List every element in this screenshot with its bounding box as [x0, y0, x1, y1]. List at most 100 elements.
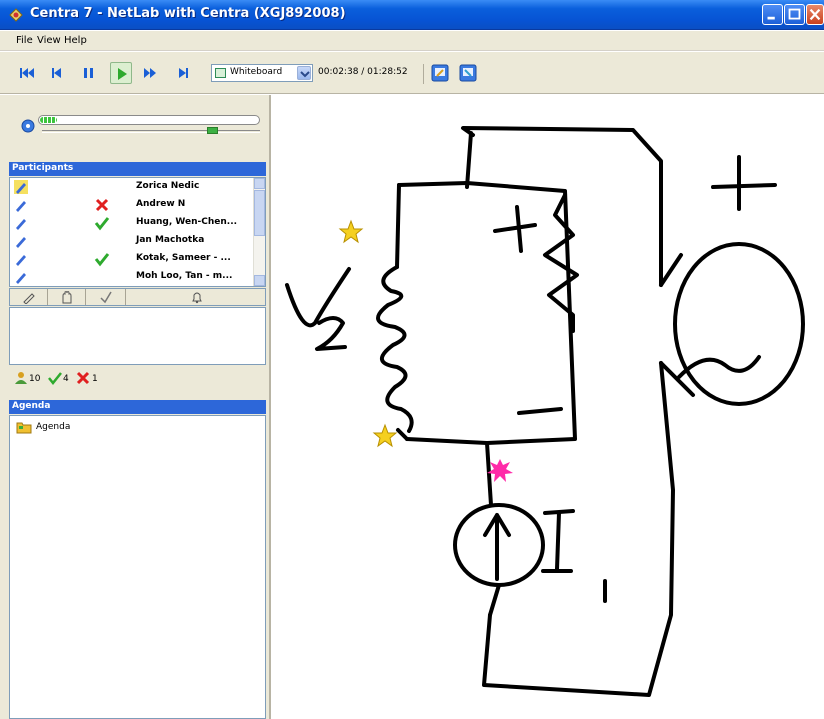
- v2-subscript: [315, 316, 347, 351]
- title-bar: Centra 7 - NetLab with Centra (XGJ892008…: [0, 0, 824, 30]
- participant-name: Andrew N: [136, 199, 186, 209]
- pause-button[interactable]: [78, 62, 100, 84]
- checkmark-icon: [94, 253, 110, 267]
- minus-sign: [517, 407, 563, 415]
- plus-outer: [711, 155, 777, 211]
- play-button[interactable]: [110, 62, 132, 84]
- ac-wire-top: [659, 253, 683, 287]
- participants-header: Participants: [9, 162, 266, 176]
- view-select-label: Whiteboard: [230, 67, 283, 77]
- participant-row[interactable]: Moh Loo, Tan - m...: [10, 268, 256, 286]
- agenda-item-label: Agenda: [36, 422, 71, 432]
- menu-file[interactable]: File: [16, 35, 33, 46]
- participant-name: Huang, Wen-Chen...: [136, 217, 238, 227]
- x-icon: [95, 198, 109, 212]
- plus-inner: [493, 205, 537, 253]
- bell-tool-button[interactable]: [126, 289, 267, 305]
- pen-icon: [16, 201, 26, 212]
- hand-icon: [62, 291, 71, 304]
- inner-left-wire: [395, 183, 401, 269]
- export-icon: [459, 64, 477, 82]
- maximize-icon: [788, 8, 801, 20]
- import-button[interactable]: [429, 62, 451, 84]
- next-icon: [179, 68, 188, 78]
- fast-forward-icon: [144, 68, 156, 78]
- checkmark-icon: [94, 217, 110, 231]
- check-tool-button[interactable]: [86, 289, 126, 305]
- volume-slider-thumb[interactable]: [207, 127, 218, 134]
- participants-list[interactable]: Zorica Nedic Andrew N Huang, Wen-Chen... Ja…: [9, 177, 266, 287]
- chat-area[interactable]: [9, 307, 266, 365]
- volume-slider-track[interactable]: [42, 130, 260, 133]
- playback-progress-fill: [40, 117, 57, 123]
- agenda-header: Agenda: [9, 400, 266, 414]
- previous-button[interactable]: [46, 62, 68, 84]
- participant-tools: [9, 288, 266, 306]
- participant-name: Jan Machotka: [136, 235, 205, 245]
- current-arrow: [483, 513, 511, 581]
- toolbar-separator: [423, 64, 424, 84]
- menu-bar: File View Help: [0, 31, 824, 51]
- minimize-button[interactable]: [762, 4, 783, 25]
- cs-top-wire: [485, 441, 493, 507]
- star-marker-top: [338, 219, 364, 244]
- previous-icon: [52, 68, 61, 78]
- inductor-coil: [376, 265, 414, 433]
- resistor-zigzag: [543, 193, 579, 333]
- v2-label: [285, 267, 351, 328]
- pen-icon: [16, 255, 26, 266]
- agenda-panel: Agenda: [9, 415, 266, 719]
- whiteboard-icon: [215, 68, 226, 78]
- bell-icon: [191, 292, 202, 304]
- whiteboard-canvas[interactable]: [273, 95, 824, 719]
- time-readout: 00:02:38 / 01:28:52: [318, 67, 408, 77]
- hand-tool-button[interactable]: [48, 289, 86, 305]
- ac-source: [673, 242, 805, 406]
- close-icon: [809, 8, 821, 21]
- checkmark-icon: [48, 372, 62, 385]
- participant-row[interactable]: Huang, Wen-Chen...: [10, 214, 256, 232]
- window-title: Centra 7 - NetLab with Centra (XGJ892008…: [30, 6, 346, 21]
- chevron-down-icon[interactable]: [297, 66, 311, 80]
- fast-forward-button[interactable]: [140, 62, 162, 84]
- centra-app-icon: [9, 8, 23, 22]
- import-icon: [431, 64, 449, 82]
- export-button[interactable]: [457, 62, 479, 84]
- inner-box-wire: [397, 181, 577, 445]
- participant-name: Zorica Nedic: [136, 181, 200, 191]
- network-icon: [21, 119, 35, 133]
- participant-row[interactable]: Jan Machotka: [10, 232, 256, 250]
- next-button[interactable]: [172, 62, 194, 84]
- menu-help[interactable]: Help: [64, 35, 87, 46]
- pen-icon: [16, 273, 26, 284]
- top-connector: [465, 131, 473, 189]
- maximize-button[interactable]: [784, 4, 805, 25]
- play-icon: [118, 68, 127, 80]
- folder-icon: [16, 422, 32, 434]
- cs-bottom-wire: [488, 583, 501, 617]
- playback-progress-bar: [38, 115, 260, 125]
- left-panel: Participants Zorica Nedic Andrew N Huang, …: [0, 95, 271, 719]
- playback-toolbar: Whiteboard 00:02:38 / 01:28:52: [0, 52, 824, 94]
- close-button[interactable]: [806, 4, 824, 25]
- participant-row[interactable]: Zorica Nedic: [10, 178, 256, 196]
- minimize-icon: [767, 16, 775, 20]
- participant-name: Moh Loo, Tan - m...: [136, 271, 233, 281]
- star-marker-bottom: [372, 423, 398, 448]
- skip-to-start-button[interactable]: [16, 62, 38, 84]
- check-icon: [99, 291, 112, 304]
- pen-icon: [22, 293, 35, 304]
- participant-row[interactable]: Kotak, Sameer - ...: [10, 250, 256, 268]
- pen-icon: [16, 237, 26, 248]
- view-select[interactable]: Whiteboard: [211, 64, 313, 82]
- outer-wire: [461, 126, 675, 697]
- menu-view[interactable]: View: [37, 35, 61, 46]
- pen-icon: [16, 219, 26, 230]
- participant-name: Kotak, Sameer - ...: [136, 253, 231, 263]
- pen-tool-button[interactable]: [10, 289, 48, 305]
- participant-row[interactable]: Andrew N: [10, 196, 256, 214]
- i1-label: [541, 509, 575, 573]
- person-icon: [15, 372, 27, 384]
- pen-highlight-icon: [14, 180, 28, 194]
- inner-bottom-wire: [396, 428, 409, 441]
